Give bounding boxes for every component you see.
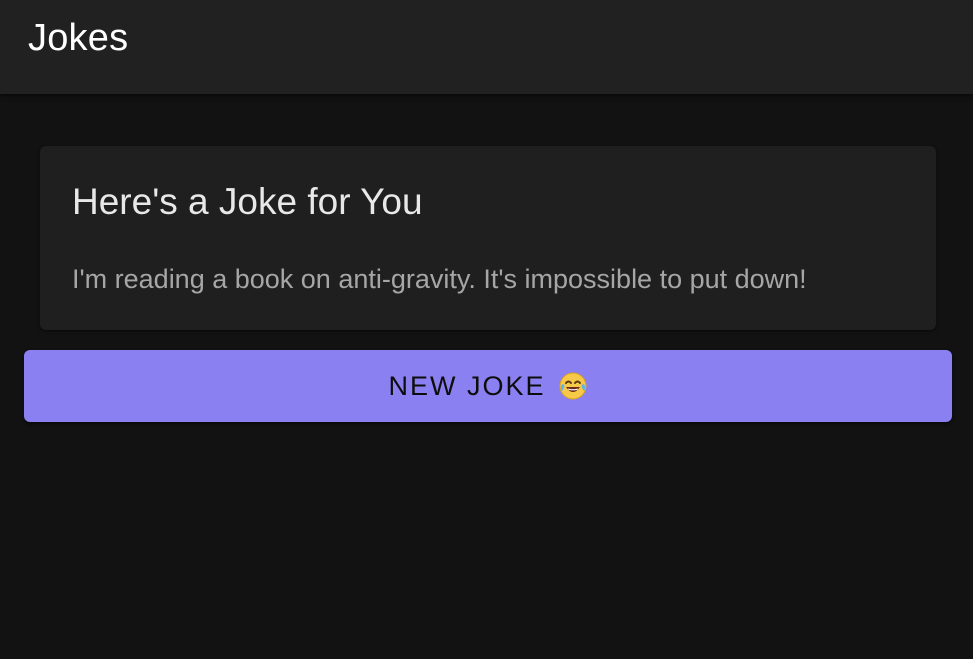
joke-card: Here's a Joke for You I'm reading a book…	[40, 146, 936, 330]
joke-card-title: Here's a Joke for You	[72, 181, 423, 222]
face-with-tears-of-joy-icon	[558, 371, 588, 401]
app-title: Jokes	[28, 17, 129, 59]
joke-text: I'm reading a book on anti-gravity. It's…	[72, 264, 807, 294]
new-joke-button-label: NEW JOKE	[388, 370, 546, 401]
app-bar: Jokes	[0, 0, 973, 94]
new-joke-button[interactable]: NEW JOKE	[24, 350, 952, 422]
app-root: Jokes Here's a Joke for You I'm reading …	[0, 0, 973, 659]
